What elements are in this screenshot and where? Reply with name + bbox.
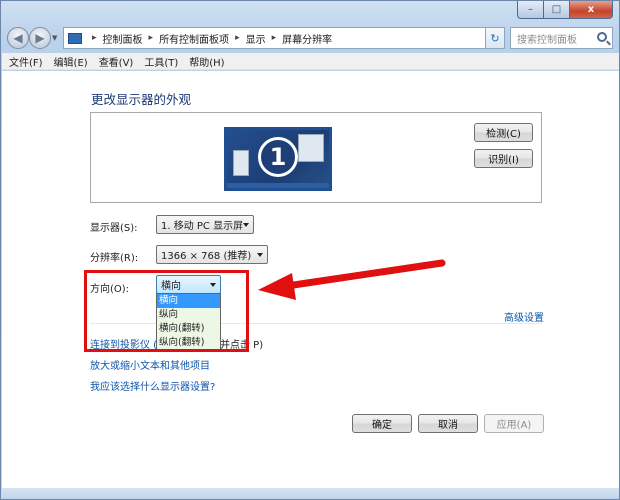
cancel-button[interactable]: 取消 — [418, 414, 478, 433]
menu-help[interactable]: 帮助(H) — [189, 54, 224, 69]
forward-button[interactable]: ▶ — [29, 27, 51, 49]
breadcrumb-chevron-icon[interactable]: ▸ — [149, 33, 154, 43]
maximize-button[interactable]: □ — [543, 1, 569, 19]
chevron-down-icon — [243, 223, 249, 227]
refresh-icon: ↻ — [490, 31, 500, 45]
breadcrumb-chevron-icon[interactable]: ▸ — [92, 33, 97, 43]
resolution-label: 分辨率(R): — [90, 253, 139, 264]
ok-button[interactable]: 确定 — [352, 414, 412, 433]
minimize-button[interactable]: – — [517, 1, 543, 19]
breadcrumb-chevron-icon[interactable]: ▸ — [235, 33, 240, 43]
menu-tools[interactable]: 工具(T) — [144, 54, 178, 69]
annotation-highlight-box — [84, 270, 249, 352]
text-size-link[interactable]: 放大或缩小文本和其他项目 — [90, 357, 210, 372]
apply-button[interactable]: 应用(A) — [484, 414, 544, 433]
search-icon[interactable] — [597, 32, 607, 42]
breadcrumb-all-items[interactable]: 所有控制面板项 — [159, 31, 229, 46]
monitor-1-thumbnail[interactable]: 1 — [224, 127, 332, 191]
identify-button[interactable]: 识别(I) — [474, 149, 533, 168]
menu-bar: 文件(F) 编辑(E) 查看(V) 工具(T) 帮助(H) — [2, 53, 619, 70]
resolution-select-value: 1366 × 768 (推荐) — [161, 251, 252, 262]
search-placeholder: 搜索控制面板 — [517, 34, 577, 46]
detect-button[interactable]: 检测(C) — [474, 123, 533, 142]
advanced-settings-link[interactable]: 高级设置 — [504, 309, 544, 324]
control-panel-icon — [68, 32, 82, 44]
menu-view[interactable]: 查看(V) — [99, 54, 134, 69]
display-label: 显示器(S): — [90, 223, 138, 234]
forward-arrow-icon: ▶ — [35, 31, 45, 45]
search-input[interactable]: 搜索控制面板 — [510, 27, 613, 49]
navigation-bar: ◀ ▶ ▼ ▸ 控制面板 ▸ 所有控制面板项 ▸ 显示 ▸ 屏幕分辨率 ▼ ↻ … — [7, 25, 613, 51]
breadcrumb-control-panel[interactable]: 控制面板 — [103, 31, 143, 46]
display-select[interactable]: 1. 移动 PC 显示屏 — [156, 215, 254, 234]
window-bottom-border — [2, 488, 619, 499]
close-button[interactable]: x — [569, 1, 613, 19]
window-controls: – □ x — [517, 1, 613, 19]
page-title: 更改显示器的外观 — [91, 92, 192, 107]
breadcrumb-display[interactable]: 显示 — [246, 31, 266, 46]
display-settings-help-link[interactable]: 我应该选择什么显示器设置? — [90, 378, 215, 393]
window-thumbnail-icon — [233, 150, 249, 176]
breadcrumb-chevron-icon[interactable]: ▸ — [272, 33, 277, 43]
address-bar[interactable]: ▸ 控制面板 ▸ 所有控制面板项 ▸ 显示 ▸ 屏幕分辨率 ▼ — [63, 27, 505, 49]
window-frame: – □ x ◀ ▶ ▼ ▸ 控制面板 ▸ 所有控制面板项 ▸ 显示 ▸ 屏幕分辨… — [0, 0, 620, 500]
recent-pages-dropdown-icon[interactable]: ▼ — [52, 34, 57, 42]
window-thumbnail-icon — [298, 134, 324, 162]
back-arrow-icon: ◀ — [13, 31, 23, 45]
back-button[interactable]: ◀ — [7, 27, 29, 49]
breadcrumb-screen-resolution[interactable]: 屏幕分辨率 — [282, 31, 332, 46]
menu-file[interactable]: 文件(F) — [9, 54, 43, 69]
refresh-button[interactable]: ↻ — [485, 27, 505, 49]
menu-edit[interactable]: 编辑(E) — [54, 54, 88, 69]
title-bar: – □ x — [1, 1, 619, 23]
monitor-number-badge: 1 — [258, 137, 298, 177]
monitor-preview-panel: 1 检测(C) 识别(I) — [90, 112, 542, 203]
taskbar-thumbnail — [227, 183, 329, 188]
annotation-arrow-icon — [258, 259, 446, 300]
display-select-value: 1. 移动 PC 显示屏 — [161, 221, 244, 232]
main-content: 更改显示器的外观 1 检测(C) 识别(I) 显示器(S): 1. 移动 PC … — [2, 71, 619, 499]
